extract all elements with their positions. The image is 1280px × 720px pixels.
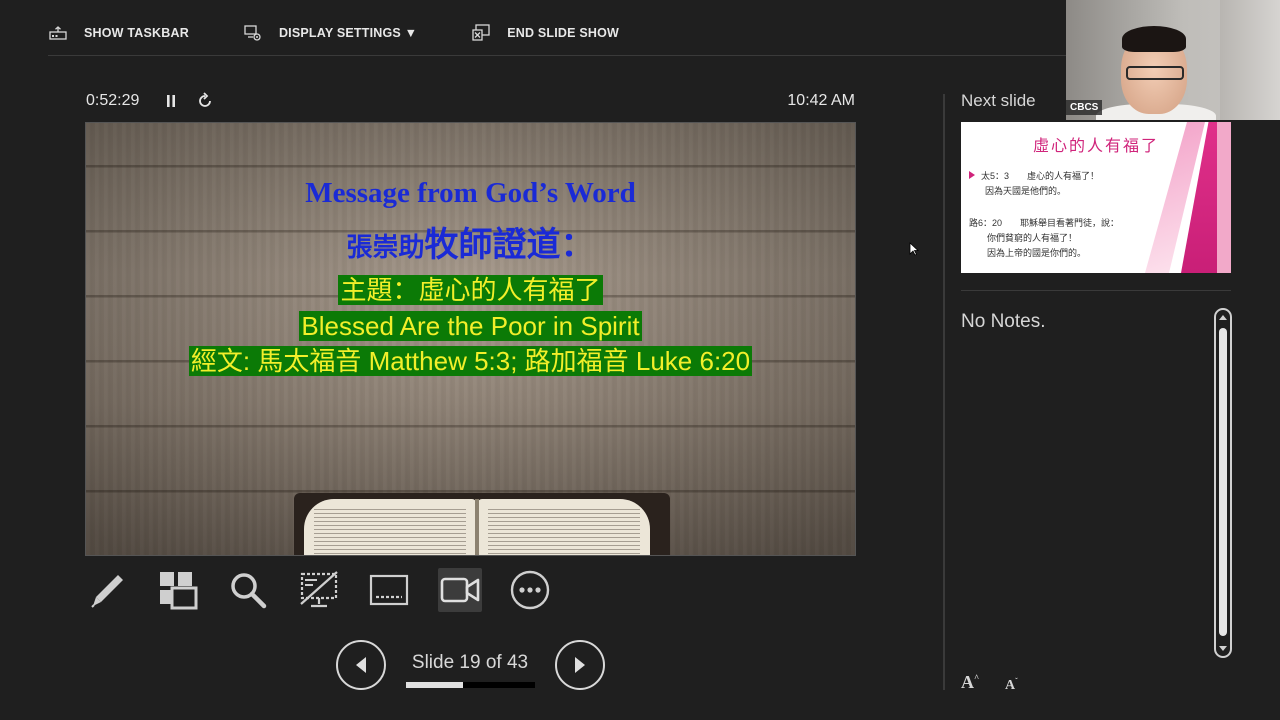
subtitles-icon — [369, 574, 409, 606]
display-settings-button[interactable]: DISPLAY SETTINGS ▼ — [243, 23, 417, 43]
pause-icon — [167, 95, 175, 107]
next-slide-line: 因為上帝的國是你們的。 — [987, 248, 1087, 258]
next-slide-line: 路6：20 耶穌舉目看著門徒，說： — [969, 218, 1120, 228]
restart-timer-button[interactable] — [196, 92, 214, 110]
display-settings-icon — [243, 23, 263, 43]
camera-icon — [440, 577, 479, 603]
presenter-toolbar: SHOW TASKBAR DISPLAY SETTINGS ▼ END SLID… — [48, 16, 673, 50]
more-options-icon — [510, 570, 550, 610]
speaker-notes: No Notes. — [961, 311, 1046, 332]
font-increase-icon: A^ — [961, 672, 980, 692]
scroll-up-icon[interactable] — [1219, 315, 1227, 320]
previous-slide-button[interactable] — [336, 640, 386, 690]
next-slide-thumbnail[interactable]: 虛心的人有福了 太5：3 虛心的人有福了！ 因為天國是他們的。 路6：20 耶穌… — [961, 122, 1231, 273]
zoom-button[interactable] — [226, 568, 270, 612]
slide-heading-en: Message from God’s Word — [305, 177, 636, 209]
open-bible-image — [294, 487, 670, 555]
pen-tool-button[interactable] — [85, 568, 129, 612]
font-decrease-icon: Aˇ — [1005, 676, 1018, 693]
end-slide-show-label: END SLIDE SHOW — [507, 26, 620, 40]
show-taskbar-label: SHOW TASKBAR — [84, 26, 189, 40]
webcam-name-tag: CBCS — [1066, 100, 1103, 115]
pen-icon — [91, 575, 123, 608]
webcam-overlay: CBCS — [1066, 0, 1280, 120]
current-time: 10:42 AM — [787, 92, 855, 109]
see-all-slides-icon — [159, 572, 197, 610]
more-options-button[interactable] — [508, 568, 552, 612]
next-slide-line: 太5：3 虛心的人有福了！ — [981, 171, 1100, 181]
slide-topic-en: Blessed Are the Poor in Spirit — [299, 311, 642, 341]
slide-pastor-name: 張崇助 — [346, 232, 425, 262]
black-screen-button[interactable] — [297, 568, 341, 612]
bullet-icon — [969, 171, 975, 179]
slide-progress-bar — [406, 682, 535, 688]
next-slide-label: Next slide — [961, 91, 1036, 110]
next-slide-line: 你們貧窮的人有福了！ — [987, 233, 1078, 243]
next-slide-line: 因為天國是他們的。 — [985, 186, 1067, 196]
display-settings-label: DISPLAY SETTINGS ▼ — [278, 26, 418, 40]
slide-progress-fill — [406, 682, 463, 688]
notes-divider — [961, 290, 1231, 291]
slide-topic-zh: 主題：虛心的人有福了 — [338, 275, 603, 305]
slide-tools — [85, 568, 579, 612]
end-show-icon — [471, 23, 491, 43]
scroll-down-icon[interactable] — [1219, 646, 1227, 651]
slide-scripture: 經文: 馬太福音 Matthew 5:3; 路加福音 Luke 6:20 — [188, 346, 753, 376]
next-slide-title: 虛心的人有福了 — [1032, 136, 1159, 155]
slide-sermon-label: 牧師證道： — [424, 226, 595, 264]
restart-icon — [199, 92, 211, 107]
current-slide[interactable]: Message from God’s Word 張崇助牧師證道： 主題：虛心的人… — [85, 122, 856, 556]
next-slide-button[interactable] — [555, 640, 605, 690]
triangle-left-icon — [356, 657, 366, 673]
panel-divider — [943, 94, 945, 690]
toolbar-divider — [48, 55, 1066, 56]
taskbar-icon — [48, 23, 68, 43]
show-taskbar-button[interactable]: SHOW TASKBAR — [48, 23, 189, 43]
elapsed-timer: 0:52:29 — [86, 92, 140, 109]
see-all-slides-button[interactable] — [156, 568, 200, 612]
zoom-icon — [231, 573, 267, 609]
camera-toggle-button[interactable] — [437, 568, 482, 612]
black-screen-icon — [299, 571, 338, 608]
glasses-icon — [1126, 66, 1184, 80]
mouse-cursor-icon — [909, 242, 919, 256]
scrollbar-thumb[interactable] — [1219, 328, 1227, 636]
end-slide-show-button[interactable]: END SLIDE SHOW — [471, 23, 619, 43]
slide-counter[interactable]: Slide 19 of 43 — [400, 652, 540, 674]
slide-heading-zh: 張崇助牧師證道： — [86, 217, 855, 266]
subtitles-button[interactable] — [367, 568, 411, 612]
triangle-right-icon — [575, 657, 585, 673]
decrease-font-button[interactable]: Aˇ — [1005, 676, 1018, 694]
notes-scrollbar[interactable] — [1214, 308, 1232, 658]
pause-timer-button[interactable] — [163, 93, 179, 109]
increase-font-button[interactable]: A^ — [961, 672, 979, 693]
